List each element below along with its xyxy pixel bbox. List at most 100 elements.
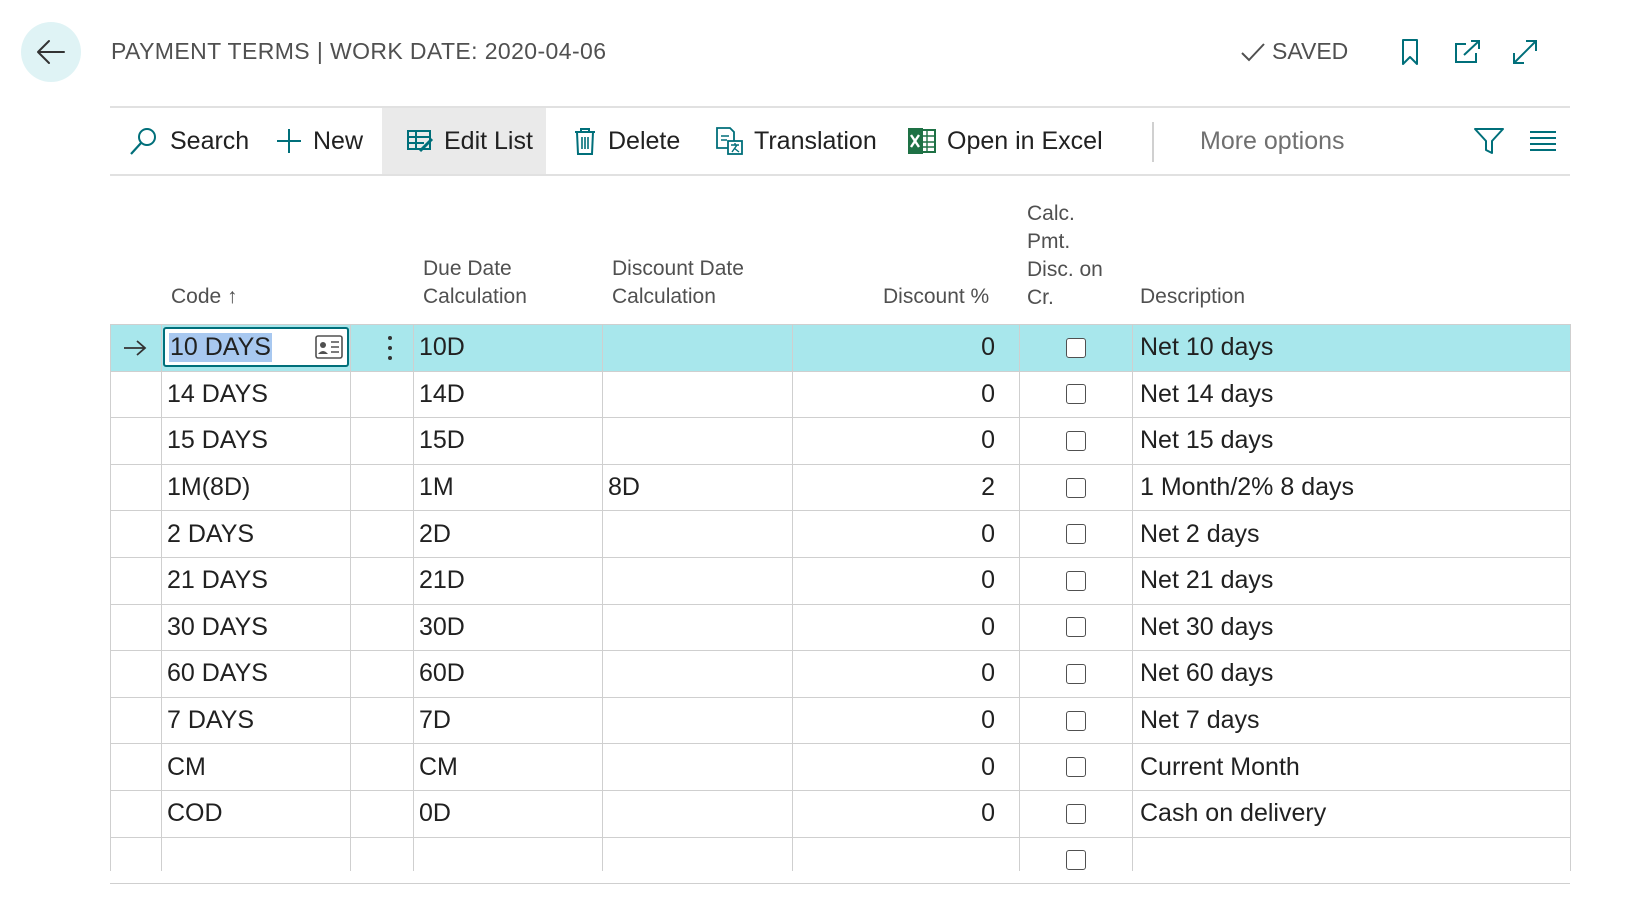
calc-pmt-disc-checkbox[interactable] (1065, 757, 1086, 778)
code-cell[interactable]: 60 DAYS (167, 651, 352, 697)
table-row[interactable]: CM CM 0 Current Month (110, 744, 1570, 791)
discount-date-calculation-cell[interactable] (608, 372, 793, 418)
more-options-button[interactable]: More options (1200, 108, 1345, 174)
calc-pmt-disc-cell[interactable] (1019, 744, 1132, 790)
description-cell[interactable]: Net 30 days (1140, 605, 1560, 651)
discount-pct-cell[interactable]: 0 (800, 372, 995, 418)
description-cell[interactable]: Net 2 days (1140, 511, 1560, 557)
discount-pct-cell[interactable]: 0 (800, 325, 995, 371)
delete-button[interactable]: Delete (572, 108, 680, 174)
table-row[interactable]: 7 DAYS 7D 0 Net 7 days (110, 698, 1570, 745)
calc-pmt-disc-checkbox[interactable] (1065, 850, 1086, 871)
calc-pmt-disc-checkbox[interactable] (1065, 570, 1086, 591)
calc-pmt-disc-cell[interactable] (1019, 511, 1132, 557)
due-date-calculation-cell[interactable]: 10D (419, 325, 604, 371)
column-header-due-date[interactable]: Due Date Calculation (423, 255, 527, 311)
discount-date-calculation-cell[interactable] (608, 511, 793, 557)
due-date-calculation-cell[interactable]: 21D (419, 558, 604, 604)
column-header-description[interactable]: Description (1140, 283, 1245, 311)
search-button[interactable]: Search (128, 108, 249, 174)
calc-pmt-disc-checkbox[interactable] (1065, 337, 1086, 358)
due-date-calculation-cell[interactable]: 0D (419, 791, 604, 837)
code-edit-field[interactable]: 10 DAYS (163, 327, 349, 367)
discount-date-calculation-cell[interactable] (608, 698, 793, 744)
due-date-calculation-cell[interactable]: 30D (419, 605, 604, 651)
code-cell[interactable]: 2 DAYS (167, 511, 352, 557)
table-row[interactable]: 15 DAYS 15D 0 Net 15 days (110, 418, 1570, 465)
discount-date-calculation-cell[interactable] (608, 838, 793, 884)
calc-pmt-disc-cell[interactable] (1019, 698, 1132, 744)
calc-pmt-disc-cell[interactable] (1019, 465, 1132, 511)
code-cell[interactable]: 15 DAYS (167, 418, 352, 464)
due-date-calculation-cell[interactable]: 7D (419, 698, 604, 744)
filter-button[interactable] (1473, 108, 1505, 174)
code-cell[interactable]: 1M(8D) (167, 465, 352, 511)
discount-pct-cell[interactable]: 0 (800, 698, 995, 744)
discount-pct-cell[interactable]: 0 (800, 605, 995, 651)
code-cell[interactable]: COD (167, 791, 352, 837)
calc-pmt-disc-cell[interactable] (1019, 605, 1132, 651)
code-cell[interactable]: 30 DAYS (167, 605, 352, 651)
table-row[interactable]: 60 DAYS 60D 0 Net 60 days (110, 651, 1570, 698)
calc-pmt-disc-checkbox[interactable] (1065, 477, 1086, 498)
calc-pmt-disc-checkbox[interactable] (1065, 384, 1086, 405)
discount-pct-cell[interactable]: 0 (800, 558, 995, 604)
row-actions-menu[interactable] (375, 325, 405, 371)
column-header-calc-pmt-disc[interactable]: Calc. Pmt. Disc. on Cr. (1027, 200, 1103, 312)
description-cell[interactable]: Cash on delivery (1140, 791, 1560, 837)
discount-pct-cell[interactable]: 0 (800, 744, 995, 790)
description-cell[interactable]: Net 14 days (1140, 372, 1560, 418)
calc-pmt-disc-cell[interactable] (1019, 651, 1132, 697)
table-row[interactable]: 14 DAYS 14D 0 Net 14 days (110, 372, 1570, 419)
translation-button[interactable]: Translation (714, 108, 877, 174)
table-row[interactable]: 10 DAYS 10D 0 Net 10 days (110, 325, 1570, 372)
discount-date-calculation-cell[interactable] (608, 744, 793, 790)
open-new-window-icon[interactable] (1452, 37, 1482, 67)
due-date-calculation-cell[interactable]: 2D (419, 511, 604, 557)
code-cell[interactable]: 14 DAYS (167, 372, 352, 418)
due-date-calculation-cell[interactable]: CM (419, 744, 604, 790)
column-header-code[interactable]: Code ↑ (171, 283, 238, 311)
calc-pmt-disc-cell[interactable] (1019, 558, 1132, 604)
discount-pct-cell[interactable] (800, 838, 995, 884)
discount-date-calculation-cell[interactable] (608, 651, 793, 697)
discount-pct-cell[interactable]: 0 (800, 651, 995, 697)
new-button[interactable]: New (275, 108, 363, 174)
discount-pct-cell[interactable]: 0 (800, 791, 995, 837)
lookup-card-icon[interactable] (315, 335, 343, 359)
discount-date-calculation-cell[interactable] (608, 605, 793, 651)
bookmark-icon[interactable] (1395, 37, 1425, 67)
due-date-calculation-cell[interactable] (419, 838, 604, 884)
calc-pmt-disc-cell[interactable] (1019, 418, 1132, 464)
column-header-discount-date[interactable]: Discount Date Calculation (612, 255, 744, 311)
discount-pct-cell[interactable]: 0 (800, 511, 995, 557)
calc-pmt-disc-checkbox[interactable] (1065, 430, 1086, 451)
open-in-excel-button[interactable]: Open in Excel (907, 108, 1103, 174)
discount-pct-cell[interactable]: 0 (800, 418, 995, 464)
description-cell[interactable] (1140, 838, 1560, 884)
table-row[interactable]: 1M(8D) 1M 8D 2 1 Month/2% 8 days (110, 465, 1570, 512)
description-cell[interactable]: Current Month (1140, 744, 1560, 790)
edit-list-button[interactable]: Edit List (382, 108, 546, 174)
back-button[interactable] (21, 22, 81, 82)
calc-pmt-disc-checkbox[interactable] (1065, 803, 1086, 824)
discount-date-calculation-cell[interactable] (608, 791, 793, 837)
description-cell[interactable]: Net 10 days (1140, 325, 1560, 371)
description-cell[interactable]: Net 7 days (1140, 698, 1560, 744)
calc-pmt-disc-cell[interactable] (1019, 791, 1132, 837)
calc-pmt-disc-cell[interactable] (1019, 372, 1132, 418)
expand-icon[interactable] (1510, 37, 1540, 67)
code-cell[interactable]: 7 DAYS (167, 698, 352, 744)
description-cell[interactable]: Net 15 days (1140, 418, 1560, 464)
description-cell[interactable]: Net 60 days (1140, 651, 1560, 697)
calc-pmt-disc-checkbox[interactable] (1065, 710, 1086, 731)
discount-pct-cell[interactable]: 2 (800, 465, 995, 511)
list-view-button[interactable] (1528, 108, 1558, 174)
code-cell[interactable]: CM (167, 744, 352, 790)
table-row[interactable] (110, 838, 1570, 885)
due-date-calculation-cell[interactable]: 1M (419, 465, 604, 511)
description-cell[interactable]: 1 Month/2% 8 days (1140, 465, 1560, 511)
calc-pmt-disc-checkbox[interactable] (1065, 524, 1086, 545)
discount-date-calculation-cell[interactable]: 8D (608, 465, 793, 511)
due-date-calculation-cell[interactable]: 15D (419, 418, 604, 464)
